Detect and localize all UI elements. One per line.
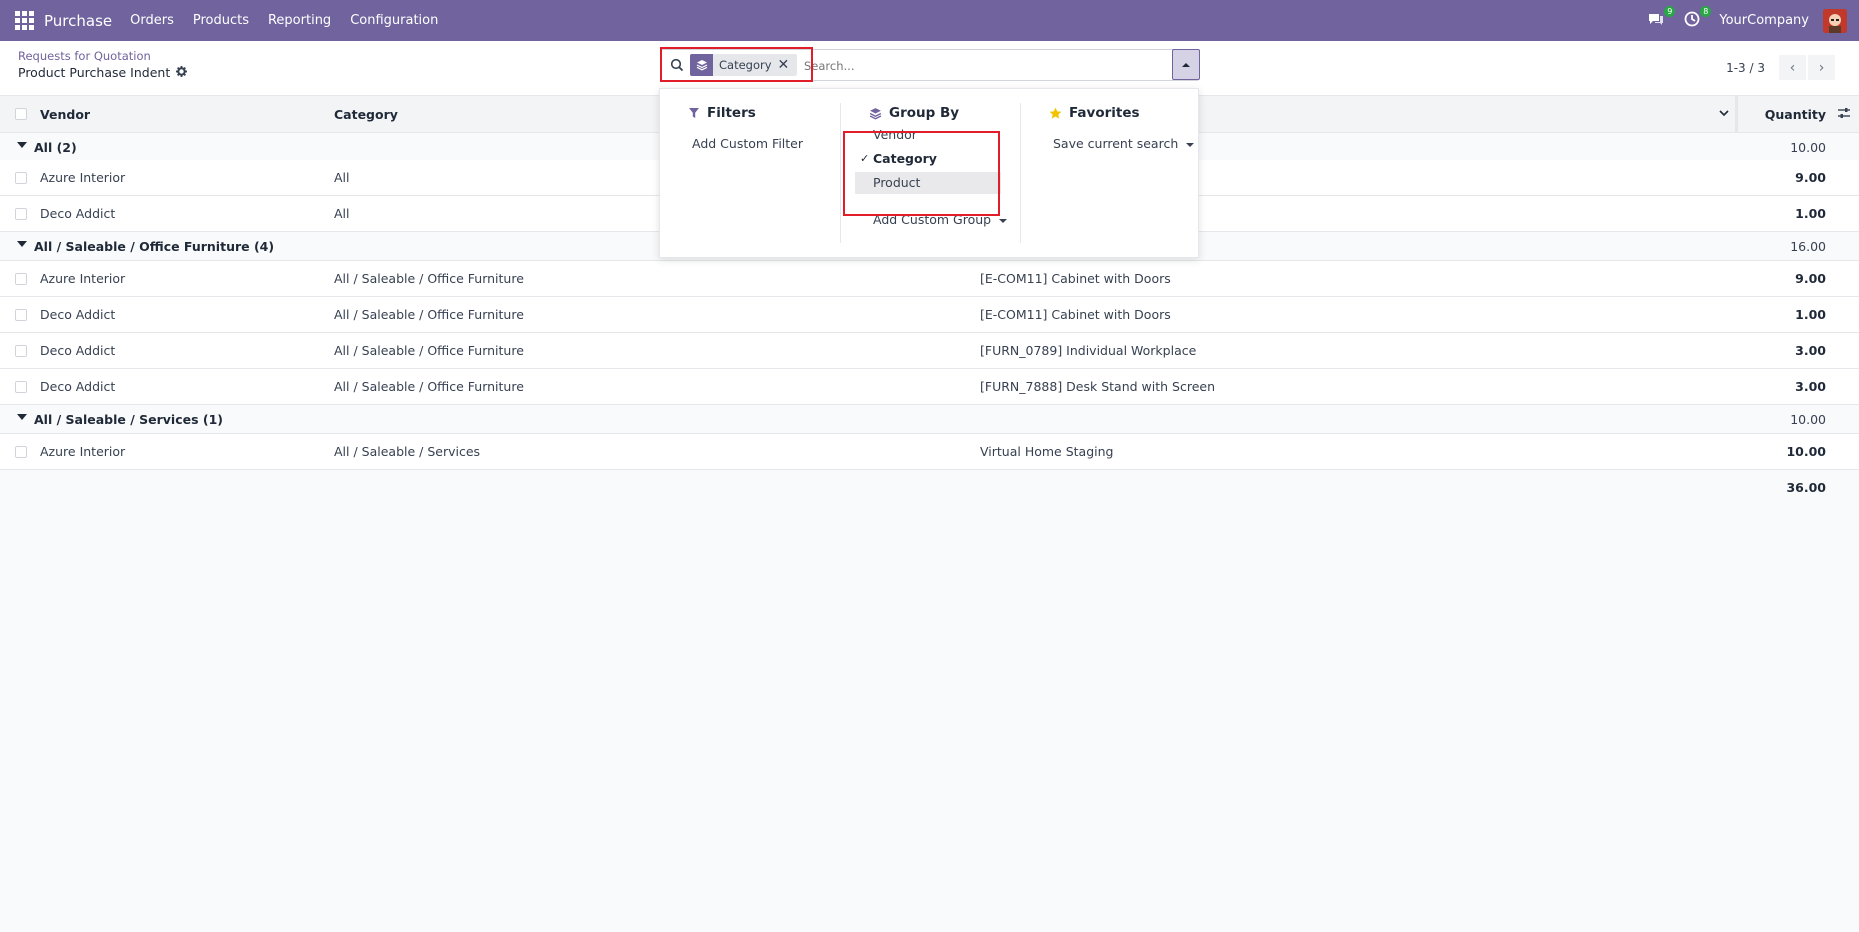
cell-product: [FURN_0789] Individual Workplace bbox=[980, 343, 1197, 358]
company-switcher[interactable]: YourCompany bbox=[1719, 13, 1809, 28]
menu-orders[interactable]: Orders bbox=[130, 13, 174, 28]
header-category[interactable]: Category bbox=[334, 107, 398, 122]
chevron-down-icon[interactable] bbox=[1719, 106, 1729, 120]
caret-down-icon bbox=[1186, 142, 1195, 147]
messages-badge: 9 bbox=[1664, 5, 1676, 17]
cell-quantity: 9.00 bbox=[1795, 271, 1826, 286]
caret-down-icon bbox=[17, 142, 27, 148]
table-row[interactable]: Azure Interior All / Saleable / Services… bbox=[0, 434, 1859, 470]
page-title-text: Product Purchase Indent bbox=[18, 65, 171, 80]
groupby-title-text: Group By bbox=[889, 105, 960, 121]
cell-product: Virtual Home Staging bbox=[980, 444, 1114, 459]
filters-section: Filters Add Custom Filter bbox=[660, 89, 840, 249]
top-navbar: Purchase Orders Products Reporting Confi… bbox=[0, 0, 1859, 41]
messaging-icon[interactable]: 9 bbox=[1647, 5, 1676, 32]
cell-quantity: 1.00 bbox=[1795, 307, 1826, 322]
optional-columns-icon[interactable] bbox=[1837, 107, 1851, 122]
groupby-options-highlight bbox=[843, 131, 1000, 216]
cell-vendor: Azure Interior bbox=[40, 444, 126, 459]
activities-badge: 8 bbox=[1700, 5, 1712, 17]
table-row[interactable]: Deco Addict All / Saleable / Office Furn… bbox=[0, 369, 1859, 405]
cell-category: All / Saleable / Office Furniture bbox=[334, 271, 524, 286]
search-dropdown-toggle[interactable] bbox=[1172, 49, 1200, 80]
filters-title: Filters bbox=[688, 105, 756, 121]
header-vendor[interactable]: Vendor bbox=[40, 107, 90, 122]
user-avatar[interactable] bbox=[1823, 8, 1847, 33]
cell-quantity: 3.00 bbox=[1795, 379, 1826, 394]
favorites-title-text: Favorites bbox=[1069, 105, 1140, 121]
cell-product: [FURN_7888] Desk Stand with Screen bbox=[980, 379, 1215, 394]
group-total: 10.00 bbox=[1790, 140, 1826, 155]
cell-category: All / Saleable / Office Furniture bbox=[334, 307, 524, 322]
groupby-title: Group By bbox=[869, 105, 959, 121]
cell-quantity: 1.00 bbox=[1795, 206, 1826, 221]
layers-icon bbox=[869, 107, 882, 119]
cell-quantity: 10.00 bbox=[1786, 444, 1826, 459]
activity-clock-icon[interactable]: 8 bbox=[1683, 5, 1712, 32]
search-input[interactable] bbox=[804, 56, 1104, 76]
column-separator bbox=[1735, 96, 1738, 133]
select-all-checkbox[interactable] bbox=[15, 108, 27, 120]
app-name[interactable]: Purchase bbox=[44, 12, 112, 30]
caret-down-icon bbox=[17, 241, 27, 247]
table-row[interactable]: Deco Addict All / Saleable / Office Furn… bbox=[0, 333, 1859, 369]
pager-next-icon[interactable]: › bbox=[1808, 55, 1835, 80]
row-checkbox[interactable] bbox=[15, 345, 27, 357]
row-checkbox[interactable] bbox=[15, 172, 27, 184]
cell-category: All / Saleable / Office Furniture bbox=[334, 343, 524, 358]
cell-vendor: Deco Addict bbox=[40, 343, 116, 358]
favorites-title: Favorites bbox=[1049, 105, 1140, 121]
cell-vendor: Azure Interior bbox=[40, 170, 126, 185]
cell-category: All bbox=[334, 170, 350, 185]
pager-value[interactable]: 1-3 / 3 bbox=[1726, 61, 1765, 75]
cell-quantity: 9.00 bbox=[1795, 170, 1826, 185]
table-row[interactable]: Azure Interior All / Saleable / Office F… bbox=[0, 261, 1859, 297]
save-current-search[interactable]: Save current search bbox=[1053, 136, 1195, 151]
row-checkbox[interactable] bbox=[15, 381, 27, 393]
cell-vendor: Deco Addict bbox=[40, 379, 116, 394]
group-label: All / Saleable / Office Furniture (4) bbox=[34, 239, 275, 254]
page-title: Product Purchase Indent bbox=[18, 65, 188, 80]
group-label: All / Saleable / Services (1) bbox=[34, 412, 224, 427]
apps-menu-icon[interactable] bbox=[12, 9, 36, 33]
search-facet-highlight bbox=[660, 47, 813, 82]
header-quantity[interactable]: Quantity bbox=[1765, 107, 1826, 122]
cell-vendor: Deco Addict bbox=[40, 206, 116, 221]
group-label: All (2) bbox=[34, 140, 77, 155]
filter-icon bbox=[689, 108, 699, 118]
cell-product: [E-COM11] Cabinet with Doors bbox=[980, 271, 1171, 286]
cell-category: All bbox=[334, 206, 350, 221]
row-checkbox[interactable] bbox=[15, 309, 27, 321]
row-checkbox[interactable] bbox=[15, 208, 27, 220]
menu-configuration[interactable]: Configuration bbox=[350, 13, 438, 28]
cell-category: All / Saleable / Office Furniture bbox=[334, 379, 524, 394]
menu-products[interactable]: Products bbox=[193, 13, 249, 28]
add-custom-filter[interactable]: Add Custom Filter bbox=[692, 136, 803, 151]
group-total: 16.00 bbox=[1790, 239, 1826, 254]
cell-vendor: Azure Interior bbox=[40, 271, 126, 286]
favorites-section: Favorites Save current search bbox=[1020, 103, 1200, 243]
save-current-search-text: Save current search bbox=[1053, 136, 1179, 151]
menu-reporting[interactable]: Reporting bbox=[268, 13, 331, 28]
group-total: 10.00 bbox=[1790, 412, 1826, 427]
gear-icon[interactable] bbox=[176, 65, 188, 80]
caret-down-icon bbox=[17, 414, 27, 420]
row-checkbox[interactable] bbox=[15, 446, 27, 458]
cell-vendor: Deco Addict bbox=[40, 307, 116, 322]
breadcrumb-link[interactable]: Requests for Quotation bbox=[18, 49, 151, 63]
group-row[interactable]: All / Saleable / Services (1) 10.00 bbox=[0, 405, 1859, 434]
cell-category: All / Saleable / Services bbox=[334, 444, 481, 459]
pager-previous-icon[interactable]: ‹ bbox=[1779, 55, 1806, 80]
grand-total: 36.00 bbox=[1786, 480, 1826, 495]
cell-product: [E-COM11] Cabinet with Doors bbox=[980, 307, 1171, 322]
caret-down-icon bbox=[999, 218, 1008, 223]
filters-title-text: Filters bbox=[707, 105, 756, 121]
cell-quantity: 3.00 bbox=[1795, 343, 1826, 358]
table-row[interactable]: Deco Addict All / Saleable / Office Furn… bbox=[0, 297, 1859, 333]
pager: 1-3 / 3 ‹ › bbox=[1726, 55, 1835, 80]
row-checkbox[interactable] bbox=[15, 273, 27, 285]
star-icon bbox=[1049, 107, 1062, 119]
